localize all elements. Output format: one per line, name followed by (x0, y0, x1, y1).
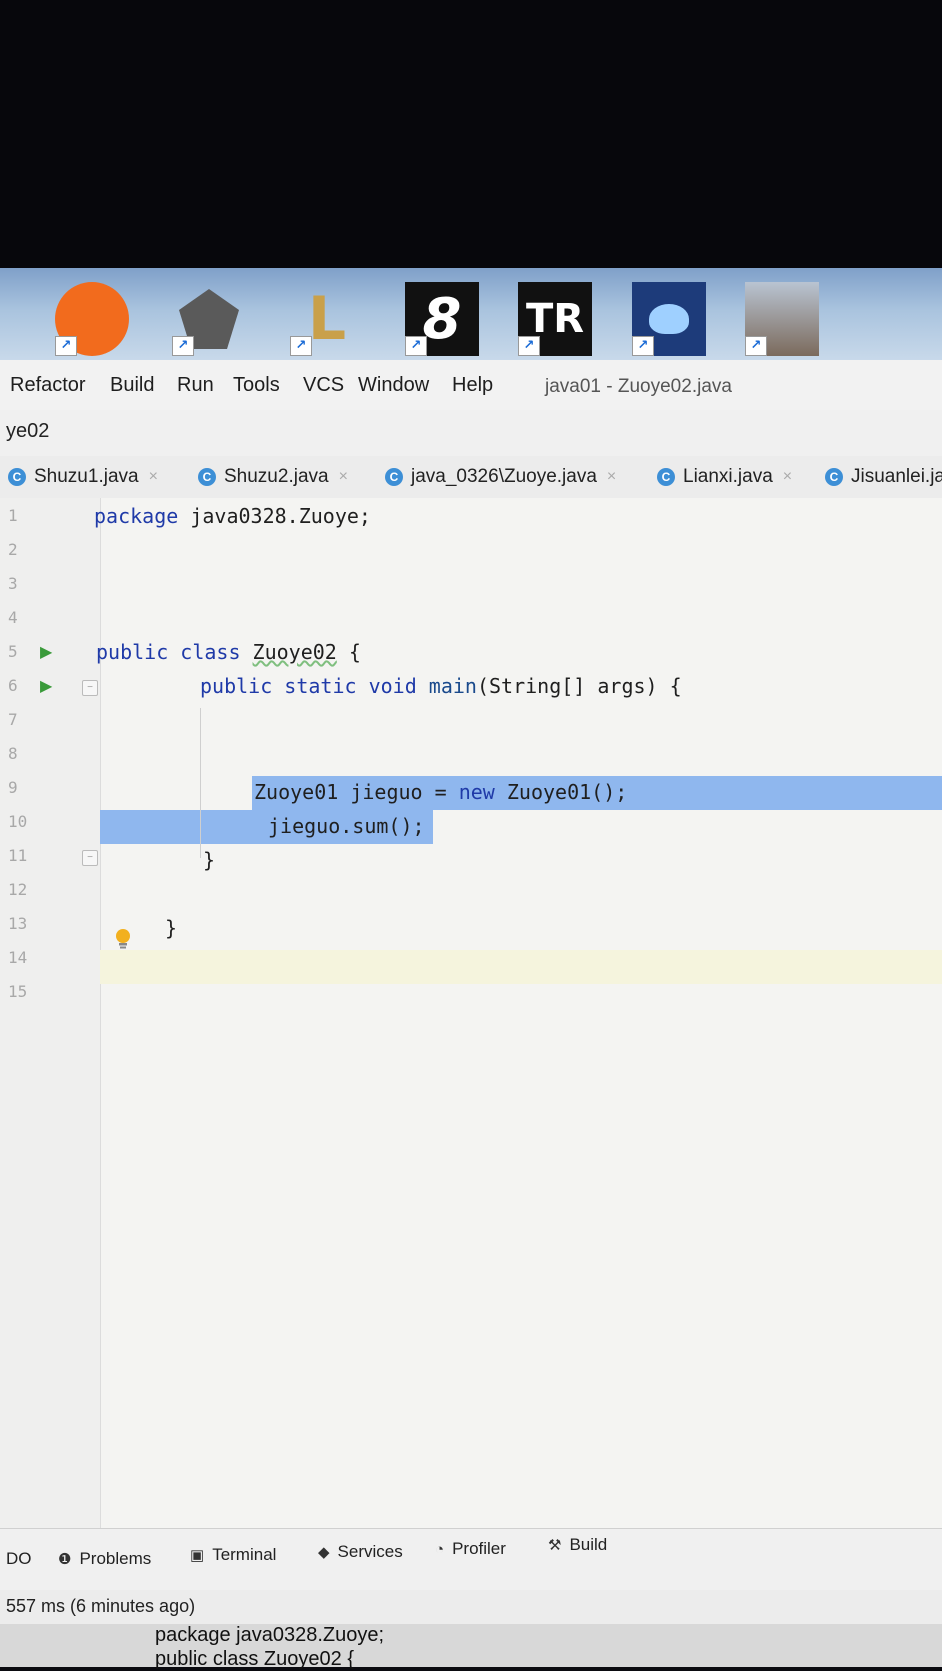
menu-help[interactable]: Help (452, 374, 493, 397)
menu-run[interactable]: Run (177, 374, 214, 397)
terminal-icon: ▣ (190, 1547, 205, 1564)
line-number: 4 (8, 608, 18, 627)
build-icon: ⚒ (548, 1537, 562, 1554)
tab-shuzu2[interactable]: C Shuzu2.java × (198, 464, 348, 490)
status-text: 557 ms (6 minutes ago) (6, 1596, 196, 1616)
line-number: 12 (8, 880, 28, 899)
line-number: 15 (8, 982, 28, 1001)
dark-background (0, 0, 942, 268)
blue-creature-app-icon[interactable]: ↗ (632, 282, 706, 356)
code-line-11: } (203, 848, 216, 872)
line-number: 5 (8, 642, 18, 661)
line-number: 8 (8, 744, 18, 763)
menu-build[interactable]: Build (110, 374, 154, 397)
line-number: 1 (8, 506, 18, 525)
menu-vcs[interactable]: VCS (303, 374, 344, 397)
code-line-5: public class Zuoye02 { (96, 640, 361, 664)
witcher-app-icon[interactable]: ↗ (172, 282, 246, 356)
profiler-icon: ◔ (435, 1540, 445, 1558)
close-icon[interactable]: × (607, 468, 616, 486)
desktop-shortcut-bar: ↗ ↗ L ↗ 8 ↗ TR ↗ ↗ ↗ (0, 268, 942, 360)
editor-tab-bar: C Shuzu1.java × C Shuzu2.java × C java_0… (0, 456, 942, 499)
run-class-icon[interactable]: ▶ (40, 642, 52, 662)
java-class-icon: C (385, 468, 403, 486)
paper-line-2: public class Zuoye02 { (155, 1648, 355, 1670)
problems-tool-button[interactable]: ❶ Problems (58, 1549, 151, 1569)
line-number: 3 (8, 574, 18, 593)
services-icon: ◆ (318, 1544, 330, 1561)
line-number: 10 (8, 812, 28, 831)
tab-java0326-zuoye[interactable]: C java_0326\Zuoye.java × (385, 464, 616, 490)
profiler-tool-button[interactable]: ◔ Profiler (435, 1539, 506, 1559)
tool-window-bar: DO ❶ Problems ▣ Terminal ◆ Services ◔ Profil… (0, 1528, 942, 1591)
code-line-10: jieguo.sum(); (268, 814, 425, 838)
build-tool-button[interactable]: ⚒ Build (548, 1535, 607, 1555)
line-number: 11 (8, 846, 28, 865)
breadcrumb-item[interactable]: ye02 (6, 420, 49, 443)
rise-of-tomb-raider-icon[interactable]: ↗ (745, 282, 819, 356)
line-number: 13 (8, 914, 28, 933)
ide-menu-bar: Refactor Build Run Tools VCS Window Help… (0, 360, 942, 410)
menu-window[interactable]: Window (358, 374, 429, 397)
problems-icon: ❶ (58, 1551, 72, 1568)
fold-icon[interactable]: − (82, 680, 98, 696)
tab-jisuanlei[interactable]: C Jisuanlei.ja (825, 464, 942, 490)
fold-icon[interactable]: − (82, 850, 98, 866)
close-icon[interactable]: × (783, 468, 792, 486)
app-8-icon[interactable]: 8 ↗ (405, 282, 479, 356)
tomb-raider-icon[interactable]: TR ↗ (518, 282, 592, 356)
code-line-9: Zuoye01 jieguo = new Zuoye01(); (254, 780, 628, 804)
menu-refactor[interactable]: Refactor (10, 374, 86, 397)
line-number-gutter[interactable]: 1 2 3 4 5 6 7 8 9 10 11 12 13 14 15 ▶ ▶ … (0, 498, 130, 1528)
code-line-1: package java0328.Zuoye; (94, 504, 371, 528)
line-number: 6 (8, 676, 18, 695)
line-number: 2 (8, 540, 18, 559)
breadcrumb: ye02 (0, 410, 942, 457)
lightbulb-icon[interactable] (114, 928, 132, 950)
run-main-icon[interactable]: ▶ (40, 676, 52, 696)
tool-window-fragment[interactable]: DO (6, 1549, 32, 1569)
line-number: 7 (8, 710, 18, 729)
indent-guide (200, 708, 201, 858)
game-app-1-icon[interactable]: ↗ (55, 282, 129, 356)
league-of-legends-icon[interactable]: L ↗ (290, 282, 364, 356)
paper-line-1: package java0328.Zuoye; (155, 1624, 385, 1646)
window-title: java01 - Zuoye02.java (545, 376, 732, 397)
close-icon[interactable]: × (339, 468, 348, 486)
code-line-6: public static void main(String[] args) { (200, 674, 682, 698)
line-number: 9 (8, 778, 18, 797)
menu-tools[interactable]: Tools (233, 374, 280, 397)
tab-lianxi[interactable]: C Lianxi.java × (657, 464, 792, 490)
java-class-icon: C (657, 468, 675, 486)
services-tool-button[interactable]: ◆ Services (318, 1542, 403, 1562)
tab-shuzu1[interactable]: C Shuzu1.java × (8, 464, 158, 490)
printed-paper: package java0328.Zuoye; public class Zuo… (0, 1624, 942, 1670)
code-editor[interactable]: 1 2 3 4 5 6 7 8 9 10 11 12 13 14 15 ▶ ▶ … (0, 498, 942, 1528)
code-line-13: } (165, 916, 178, 940)
java-class-icon: C (8, 468, 26, 486)
status-bar: 557 ms (6 minutes ago) (0, 1590, 942, 1624)
java-class-icon: C (825, 468, 843, 486)
close-icon[interactable]: × (149, 468, 158, 486)
terminal-tool-button[interactable]: ▣ Terminal (190, 1545, 276, 1565)
line-number: 14 (8, 948, 28, 967)
java-class-icon: C (198, 468, 216, 486)
current-line-highlight (100, 950, 942, 984)
